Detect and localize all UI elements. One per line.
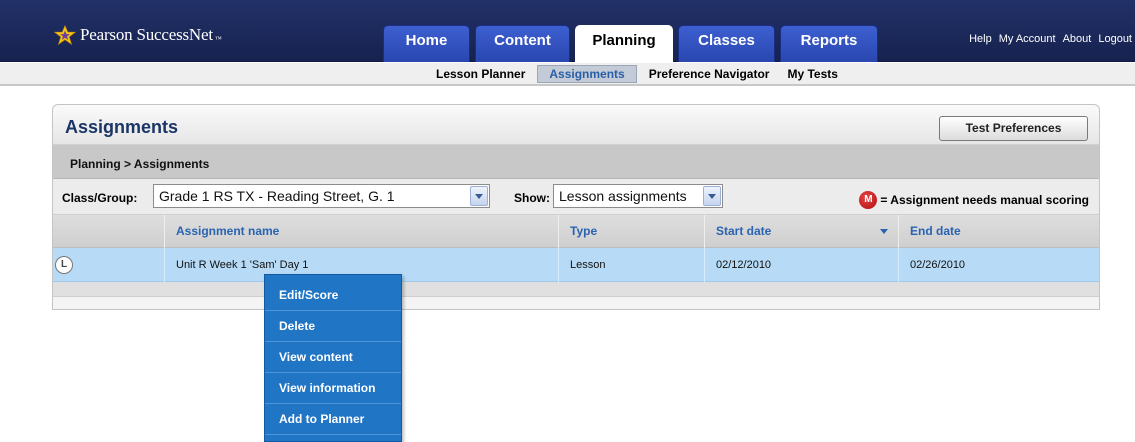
manual-scoring-legend: M = Assignment needs manual scoring xyxy=(859,191,1089,209)
column-header-type[interactable]: Type xyxy=(558,215,704,248)
context-menu: Edit/Score Delete View content View info… xyxy=(264,274,402,442)
star-logo-icon xyxy=(54,25,76,45)
tab-planning[interactable]: Planning xyxy=(575,25,673,62)
legend-text: = Assignment needs manual scoring xyxy=(880,193,1089,207)
manual-scoring-icon: M xyxy=(859,191,878,209)
breadcrumb-bar: Planning > Assignments xyxy=(53,145,1099,179)
tab-classes[interactable]: Classes xyxy=(678,25,775,62)
column-header-end-date[interactable]: End date xyxy=(898,215,1099,248)
class-group-label: Class/Group: xyxy=(62,191,138,205)
logo-text: Pearson SuccessNet xyxy=(80,25,213,44)
tab-home[interactable]: Home xyxy=(383,25,470,62)
main-tabs: Home Content Planning Classes Reports xyxy=(383,25,883,62)
top-links: Help My Account About Logout xyxy=(962,33,1132,45)
class-group-value: Grade 1 RS TX - Reading Street, G. 1 xyxy=(159,188,395,204)
menu-item-view-information[interactable]: View information xyxy=(265,373,401,404)
start-date-label: Start date xyxy=(716,224,772,238)
lesson-icon: L xyxy=(55,256,73,274)
column-header-assignment-name[interactable]: Assignment name xyxy=(164,215,558,248)
tab-content[interactable]: Content xyxy=(475,25,570,62)
my-account-link[interactable]: My Account xyxy=(999,33,1056,45)
breadcrumb: Planning > Assignments xyxy=(70,157,210,171)
show-label: Show: xyxy=(514,191,550,205)
subnav-my-tests[interactable]: My Tests xyxy=(781,65,843,83)
menu-item-add-to-planner[interactable]: Add to Planner xyxy=(265,404,401,435)
subnav-items: Lesson Planner Assignments Preference Na… xyxy=(430,65,850,83)
filter-bar: Class/Group: Grade 1 RS TX - Reading Str… xyxy=(53,179,1099,215)
table-header: Assignment name Type Start date End date xyxy=(53,215,1099,248)
menu-item-edit-score[interactable]: Edit/Score xyxy=(265,280,401,311)
subnav-preference-navigator[interactable]: Preference Navigator xyxy=(643,65,776,83)
show-value: Lesson assignments xyxy=(559,188,687,204)
chevron-down-icon[interactable] xyxy=(703,186,721,206)
logo-trademark: ™ xyxy=(214,35,222,43)
end-date-cell: 02/26/2010 xyxy=(898,248,1099,282)
chevron-down-icon[interactable] xyxy=(470,186,488,206)
panel-header: Assignments Test Preferences xyxy=(53,105,1099,145)
type-cell: Lesson xyxy=(558,248,704,282)
subnav-assignments[interactable]: Assignments xyxy=(537,65,637,83)
subnav-lesson-planner[interactable]: Lesson Planner xyxy=(430,65,531,83)
top-header: Pearson SuccessNet ™ Home Content Planni… xyxy=(0,0,1135,62)
start-date-cell: 02/12/2010 xyxy=(704,248,898,282)
menu-item-view-content[interactable]: View content xyxy=(265,342,401,373)
column-header-start-date[interactable]: Start date xyxy=(704,215,898,248)
about-link[interactable]: About xyxy=(1063,33,1092,45)
class-group-select[interactable]: Grade 1 RS TX - Reading Street, G. 1 xyxy=(153,184,490,208)
sort-descending-icon[interactable] xyxy=(880,229,888,234)
sub-navigation: Lesson Planner Assignments Preference Na… xyxy=(0,63,1135,86)
page-title: Assignments xyxy=(65,117,179,137)
pearson-logo[interactable]: Pearson SuccessNet ™ xyxy=(54,24,222,46)
tab-reports[interactable]: Reports xyxy=(780,25,878,62)
show-select[interactable]: Lesson assignments xyxy=(553,184,723,208)
menu-item-delete[interactable]: Delete xyxy=(265,311,401,342)
logout-link[interactable]: Logout xyxy=(1098,33,1132,45)
assignments-panel: Assignments Test Preferences Planning > … xyxy=(52,104,1100,310)
help-link[interactable]: Help xyxy=(969,33,992,45)
column-header-icon xyxy=(53,215,164,248)
row-badge-cell: L xyxy=(53,248,164,282)
test-preferences-button[interactable]: Test Preferences xyxy=(939,116,1088,141)
table-footer xyxy=(53,282,1099,297)
table-row[interactable]: L Unit R Week 1 'Sam' Day 1 Lesson 02/12… xyxy=(53,248,1099,282)
